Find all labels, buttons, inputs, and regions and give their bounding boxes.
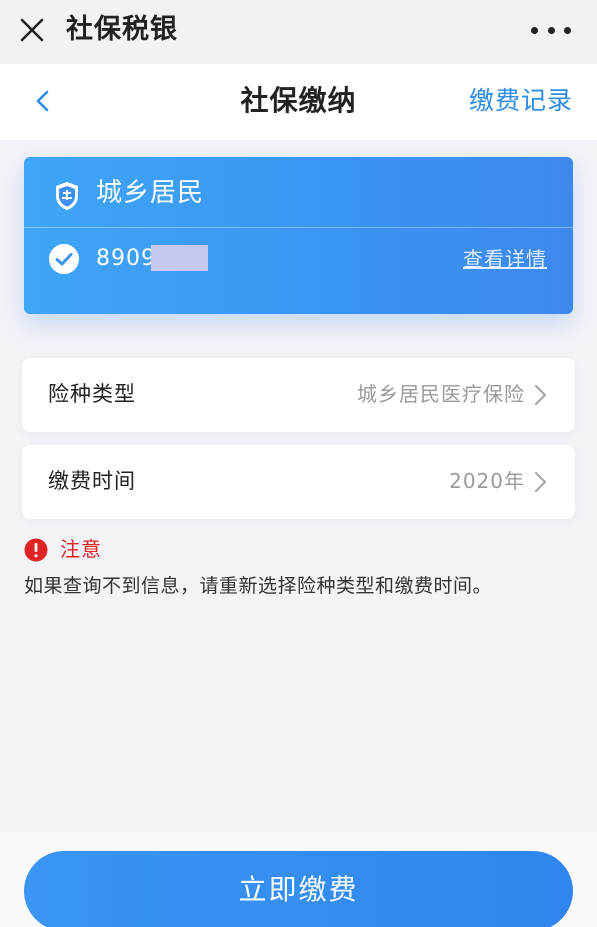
more-icon[interactable] xyxy=(531,18,571,42)
check-circle-icon xyxy=(48,243,80,275)
account-number: 8909 xyxy=(96,246,156,271)
view-details-link[interactable]: 查看详情 xyxy=(463,243,547,275)
mini-program-bar: 社保税银 xyxy=(0,0,597,64)
alert-circle-icon xyxy=(24,538,48,562)
card-title: 城乡居民 xyxy=(96,178,205,208)
card-divider xyxy=(24,227,573,228)
payment-time-row[interactable]: 缴费时间 2020年 xyxy=(22,445,575,519)
notice-title: 注意 xyxy=(60,537,102,561)
close-icon[interactable] xyxy=(16,14,48,46)
app-title: 社保税银 xyxy=(66,14,178,45)
payment-time-label: 缴费时间 xyxy=(48,469,136,493)
insured-card: 城乡居民 8909 查看详情 xyxy=(24,157,573,314)
insurance-type-value: 城乡居民医疗保险 xyxy=(357,382,525,406)
payment-records-link[interactable]: 缴费记录 xyxy=(469,84,573,118)
chevron-right-icon xyxy=(531,469,549,495)
account-number-mask xyxy=(151,245,208,271)
pay-now-button[interactable]: 立即缴费 xyxy=(24,851,573,927)
insurance-type-label: 险种类型 xyxy=(48,382,136,406)
insurance-type-row[interactable]: 险种类型 城乡居民医疗保险 xyxy=(22,358,575,432)
notice-text: 如果查询不到信息，请重新选择险种类型和缴费时间。 xyxy=(24,575,493,597)
chevron-right-icon xyxy=(531,382,549,408)
shield-badge-icon xyxy=(54,181,80,211)
page-header: 社保缴纳 缴费记录 xyxy=(0,64,597,140)
payment-time-value: 2020年 xyxy=(449,469,525,493)
